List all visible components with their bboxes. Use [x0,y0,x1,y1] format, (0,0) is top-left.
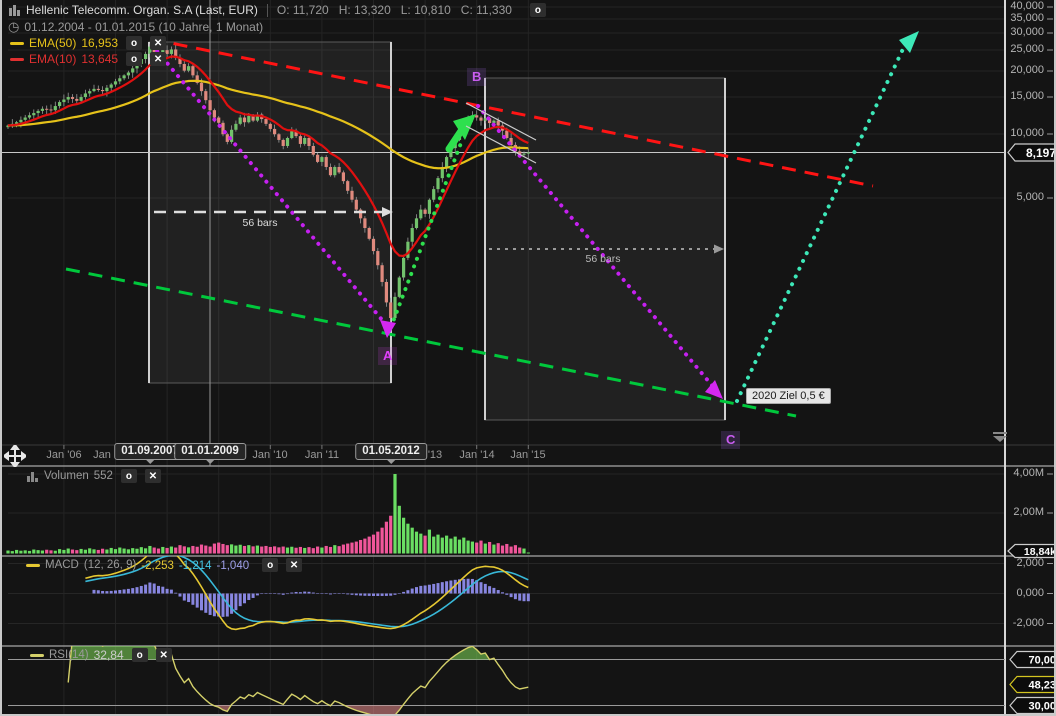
time-axis-label: Jan '14 [459,449,494,461]
ema10-label: EMA(10) [29,52,76,66]
macd-value: -2,253 [141,560,174,572]
legend-ema10: EMA(10) 13,645 o ✕ [10,52,166,66]
ema50-swatch-icon [10,42,24,45]
legend-ema50: EMA(50) 16,953 o ✕ [10,36,166,50]
date-marker-callout[interactable]: 01.05.2012 [355,443,427,460]
rsi-swatch-icon [30,654,44,657]
axis-tick-label: 40,000 [1004,0,1044,12]
volume-remove-button[interactable]: ✕ [145,469,161,483]
axis-tick-label: 20,000 [1004,64,1044,76]
time-axis-label: Jan '06 [46,449,81,461]
bars-count-label-2: 56 bars [585,253,620,265]
symbol-settings-button[interactable]: o [530,3,546,17]
ohlc-item: O: 11,720 [277,3,329,17]
axis-value-tag-text: 48,23 [1028,679,1056,691]
time-axis-label: Jan '15 [510,449,545,461]
axis-tick-label: 4,00M [1004,467,1044,479]
axis-tick-label: 30,000 [1004,26,1044,38]
divider [267,4,268,17]
volume-header: Volumen 552 o ✕ [26,469,161,483]
ema10-settings-button[interactable]: o [126,52,142,66]
macd-value: -1,214 [179,560,212,572]
rsi-series [68,629,528,716]
chart-type-icon [8,4,21,16]
axis-collapse-icon[interactable] [991,432,1009,442]
axis-tick-label: 35,000 [1004,12,1044,24]
rsi-value: 32,84 [94,648,124,662]
axis-tick-label: 15,000 [1004,90,1044,102]
axis-tick-label: -2,000 [1004,617,1044,629]
clock-icon: ◷ [8,19,19,35]
rsi-label: RSI(14) [49,649,89,661]
time-axis-label: Jan '10 [252,449,287,461]
macd-value: -1,040 [217,560,250,572]
ohlc-item: L: 10,810 [401,3,451,17]
ema50-settings-button[interactable]: o [126,36,142,50]
axis-tick-label: 0,000 [1004,587,1044,599]
volume-settings-button[interactable]: o [121,469,137,483]
ema50-remove-button[interactable]: ✕ [150,36,166,50]
time-axis-label: Jan '11 [305,449,339,461]
ema50-value: 16,953 [81,36,118,50]
axis-value-tag-text: 30,00 [1028,700,1056,712]
price-target-label[interactable]: 2020 Ziel 0,5 € [746,388,831,404]
macd-params: (12, 26, 9) [84,559,136,571]
macd-header: MACD (12, 26, 9) -2,253 -1,214 -1,040 o ✕ [26,558,302,572]
macd-swatch-icon [26,564,40,567]
macd-values: -2,253 -1,214 -1,040 [141,558,254,572]
chart-canvas[interactable]: 8,19718,84k70,0048,2330,00 [2,0,1056,716]
breakout-arrow[interactable] [449,114,476,149]
ema50-label: EMA(50) [29,36,76,50]
time-axis-label: Jan [93,449,111,461]
wave-label-b[interactable]: B [467,68,486,86]
ema10-swatch-icon [10,58,24,61]
axis-tick-label: 2,000 [1004,557,1044,569]
charting-window: 8,19718,84k70,0048,2330,00 Hellenic Tele… [0,0,1056,716]
ohlc-item: C: 11,330 [461,3,512,17]
wave-label-c[interactable]: C [721,431,740,449]
move-tool-icon[interactable] [4,445,26,467]
axis-tick-label: 2,00M [1004,506,1044,518]
symbol-title: Hellenic Telecomm. Organ. S.A (Last, EUR… [26,3,258,17]
range-header: ◷ 01.12.2004 - 01.01.2015 (10 Jahre, 1 M… [8,19,263,35]
macd-remove-button[interactable]: ✕ [286,558,302,572]
axis-tick-label: 5,000 [1004,191,1044,203]
volume-series [6,474,530,554]
rsi-settings-button[interactable]: o [132,648,148,662]
ohlc-item: H: 13,320 [339,3,391,17]
macd-settings-button[interactable]: o [262,558,278,572]
axis-tick-label: 10,000 [1004,127,1044,139]
volume-icon [26,471,39,482]
rsi-header: RSI(14) 32,84 o ✕ [30,648,172,662]
time-axis-label: '13 [428,449,442,461]
volume-label: Volumen [44,470,89,482]
symbol-header: Hellenic Telecomm. Organ. S.A (Last, EUR… [8,3,546,17]
axis-tick-label: 25,000 [1004,43,1044,55]
ohlc-values: O: 11,720 H: 13,320 L: 10,810 C: 11,330 [277,3,522,17]
date-marker-callout[interactable]: 01.01.2009 [174,443,246,460]
ema10-remove-button[interactable]: ✕ [150,52,166,66]
date-range: 01.12.2004 - 01.01.2015 (10 Jahre, 1 Mon… [24,20,263,34]
rsi-remove-button[interactable]: ✕ [156,648,172,662]
volume-value: 552 [94,470,113,482]
axis-value-tag-text: 8,197 [1026,146,1056,160]
bars-count-label-1: 56 bars [242,217,277,229]
macd-label: MACD [45,559,79,571]
wave-label-a[interactable]: A [378,347,397,365]
axis-value-tag-text: 70,00 [1028,654,1056,666]
ema10-value: 13,645 [81,52,118,66]
